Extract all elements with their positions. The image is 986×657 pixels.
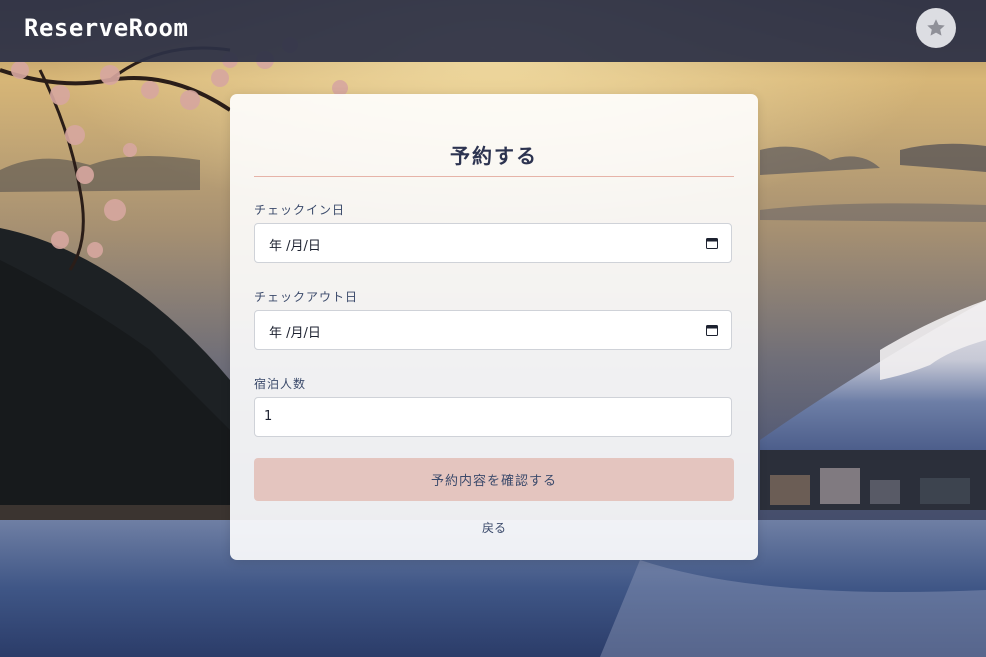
reservation-form-card: 予約する チェックイン日 年 /月/日 チェックアウト日 年 /月/日 宿泊人数… — [230, 94, 758, 560]
star-icon — [927, 19, 945, 36]
checkin-date-value: 年 /月/日 — [269, 239, 321, 254]
checkin-date-input[interactable]: 年 /月/日 — [254, 223, 732, 263]
checkout-label: チェックアウト日 — [254, 290, 359, 304]
guests-label: 宿泊人数 — [254, 377, 307, 391]
back-link[interactable]: 戻る — [254, 519, 734, 536]
checkout-date-value: 年 /月/日 — [269, 326, 321, 341]
user-avatar-button[interactable] — [916, 8, 956, 48]
guests-number-input[interactable]: 1 — [254, 397, 732, 437]
calendar-icon[interactable] — [706, 237, 718, 249]
checkin-label: チェックイン日 — [254, 203, 346, 217]
form-title: 予約する — [450, 144, 538, 168]
calendar-icon[interactable] — [706, 324, 718, 336]
checkout-date-input[interactable]: 年 /月/日 — [254, 310, 732, 350]
guests-value: 1 — [264, 409, 273, 424]
title-divider — [254, 176, 734, 177]
brand-logo[interactable]: ReserveRoom — [24, 14, 188, 42]
top-navbar: ReserveRoom — [0, 0, 986, 62]
app-root: ReserveRoom 予約する チェックイン日 年 /月/日 チェックアウト日… — [0, 0, 986, 657]
confirm-reservation-button[interactable]: 予約内容を確認する — [254, 458, 734, 501]
